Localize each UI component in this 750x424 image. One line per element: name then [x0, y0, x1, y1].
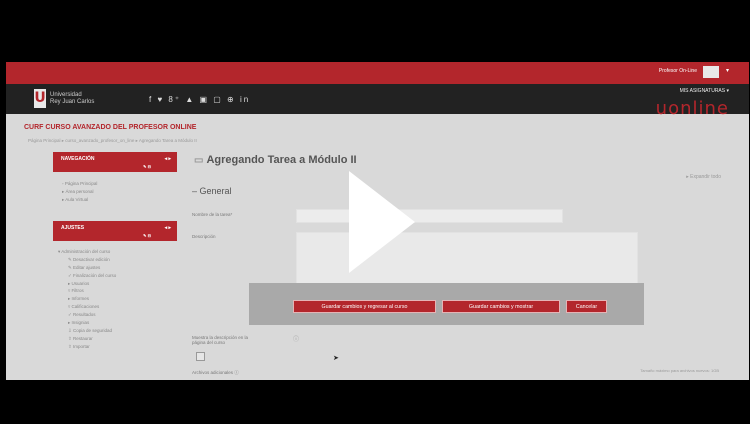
- ajustes-block-title: AJUSTES: [61, 225, 85, 231]
- extra-files-label: Archivos adicionales ⓘ: [192, 370, 239, 375]
- show-description-label: Muestra la descripción en la página del …: [192, 335, 249, 345]
- site-header: U Universidad Rey Juan Carlos f ♥ 8⁺ ▲ ▣…: [6, 84, 749, 119]
- help-icon[interactable]: ⓘ: [234, 370, 239, 375]
- list-item-admin-curso[interactable]: ▾ Administración del curso: [58, 248, 116, 256]
- list-item[interactable]: ▿ Calificaciones: [58, 303, 116, 311]
- task-name-input[interactable]: [296, 209, 563, 223]
- nav-item-area-personal[interactable]: ▸ Área personal: [62, 188, 97, 196]
- block-controls-icon[interactable]: ◂ ▸: [165, 156, 171, 162]
- social-icons[interactable]: f ♥ 8⁺ ▲ ▣ ▢ ⊕ in: [149, 95, 250, 104]
- block-edit-icon[interactable]: ✎ ⊟: [143, 233, 151, 238]
- top-bar: Profesor On-Line ▾: [6, 62, 749, 84]
- expand-all-link[interactable]: ▸ Expandir todo: [686, 174, 721, 180]
- mis-asignaturas-menu[interactable]: MIS ASIGNATURAS ▾: [680, 88, 729, 94]
- list-item[interactable]: ✓ Resultados: [58, 311, 116, 319]
- avatar[interactable]: [703, 66, 719, 78]
- navigation-block-title: NAVEGACIÓN: [61, 156, 95, 162]
- breadcrumb[interactable]: Página Principal ▸ curso_avanzado_profes…: [28, 138, 197, 144]
- course-title[interactable]: CURF CURSO AVANZADO DEL PROFESOR ONLINE: [24, 124, 196, 131]
- list-item[interactable]: ▸ Usuarios: [58, 280, 116, 288]
- cancel-button[interactable]: Cancelar: [566, 300, 607, 313]
- save-and-show-button[interactable]: Guardar cambios y mostrar: [442, 300, 560, 313]
- page-title: ▭ Agregando Tarea a Módulo II: [194, 154, 357, 166]
- navigation-list: ◦ Página Principal ▸ Área personal ▸ Aul…: [62, 180, 97, 204]
- list-item[interactable]: ▸ Insignias: [58, 319, 116, 327]
- description-label: Descripción: [192, 234, 216, 239]
- mouse-pointer-icon: ➤: [333, 355, 339, 362]
- user-name[interactable]: Profesor On-Line: [659, 68, 697, 74]
- list-item[interactable]: ⇧ Importar: [58, 343, 116, 351]
- university-logo[interactable]: U: [34, 89, 46, 108]
- block-edit-icon[interactable]: ✎ ⊟: [143, 164, 151, 169]
- chevron-down-icon[interactable]: ▾: [726, 67, 729, 74]
- nav-item-aula-virtual[interactable]: ▸ Aula Virtual: [62, 196, 97, 204]
- nav-item-pagina-principal[interactable]: ◦ Página Principal: [62, 180, 97, 188]
- list-item[interactable]: ✓ Finalización del curso: [58, 272, 116, 280]
- section-general-toggle[interactable]: – General: [192, 186, 232, 196]
- show-description-checkbox[interactable]: [196, 352, 205, 361]
- max-file-size: Tamaño máximo para archivos nuevos: 1GB: [640, 368, 719, 373]
- list-item[interactable]: ▸ Informes: [58, 295, 116, 303]
- help-icon[interactable]: ⓘ: [293, 334, 299, 343]
- navigation-block-header[interactable]: NAVEGACIÓN ◂ ▸ ✎ ⊟: [53, 152, 177, 172]
- ajustes-block-header[interactable]: AJUSTES ◂ ▸ ✎ ⊟: [53, 221, 177, 241]
- university-name: Universidad Rey Juan Carlos: [50, 92, 95, 105]
- form-buttons-bar: Guardar cambios y regresar al curso Guar…: [249, 283, 644, 325]
- block-controls-icon[interactable]: ◂ ▸: [165, 225, 171, 231]
- task-name-label: Nombre de la tarea*: [192, 212, 233, 217]
- ajustes-list: ▾ Administración del curso ✎ Desactivar …: [58, 248, 116, 351]
- save-and-return-button[interactable]: Guardar cambios y regresar al curso: [293, 300, 436, 313]
- list-item[interactable]: ⇩ Copia de seguridad: [58, 327, 116, 335]
- play-icon[interactable]: [349, 171, 415, 273]
- brand-logo: uonline: [655, 98, 729, 119]
- list-item[interactable]: ▿ Filtros: [58, 287, 116, 295]
- list-item[interactable]: ✎ Editar ajustes: [58, 264, 116, 272]
- assignment-icon: ▭: [194, 155, 204, 166]
- list-item[interactable]: ⇧ Restaurar: [58, 335, 116, 343]
- list-item[interactable]: ✎ Desactivar edición: [58, 256, 116, 264]
